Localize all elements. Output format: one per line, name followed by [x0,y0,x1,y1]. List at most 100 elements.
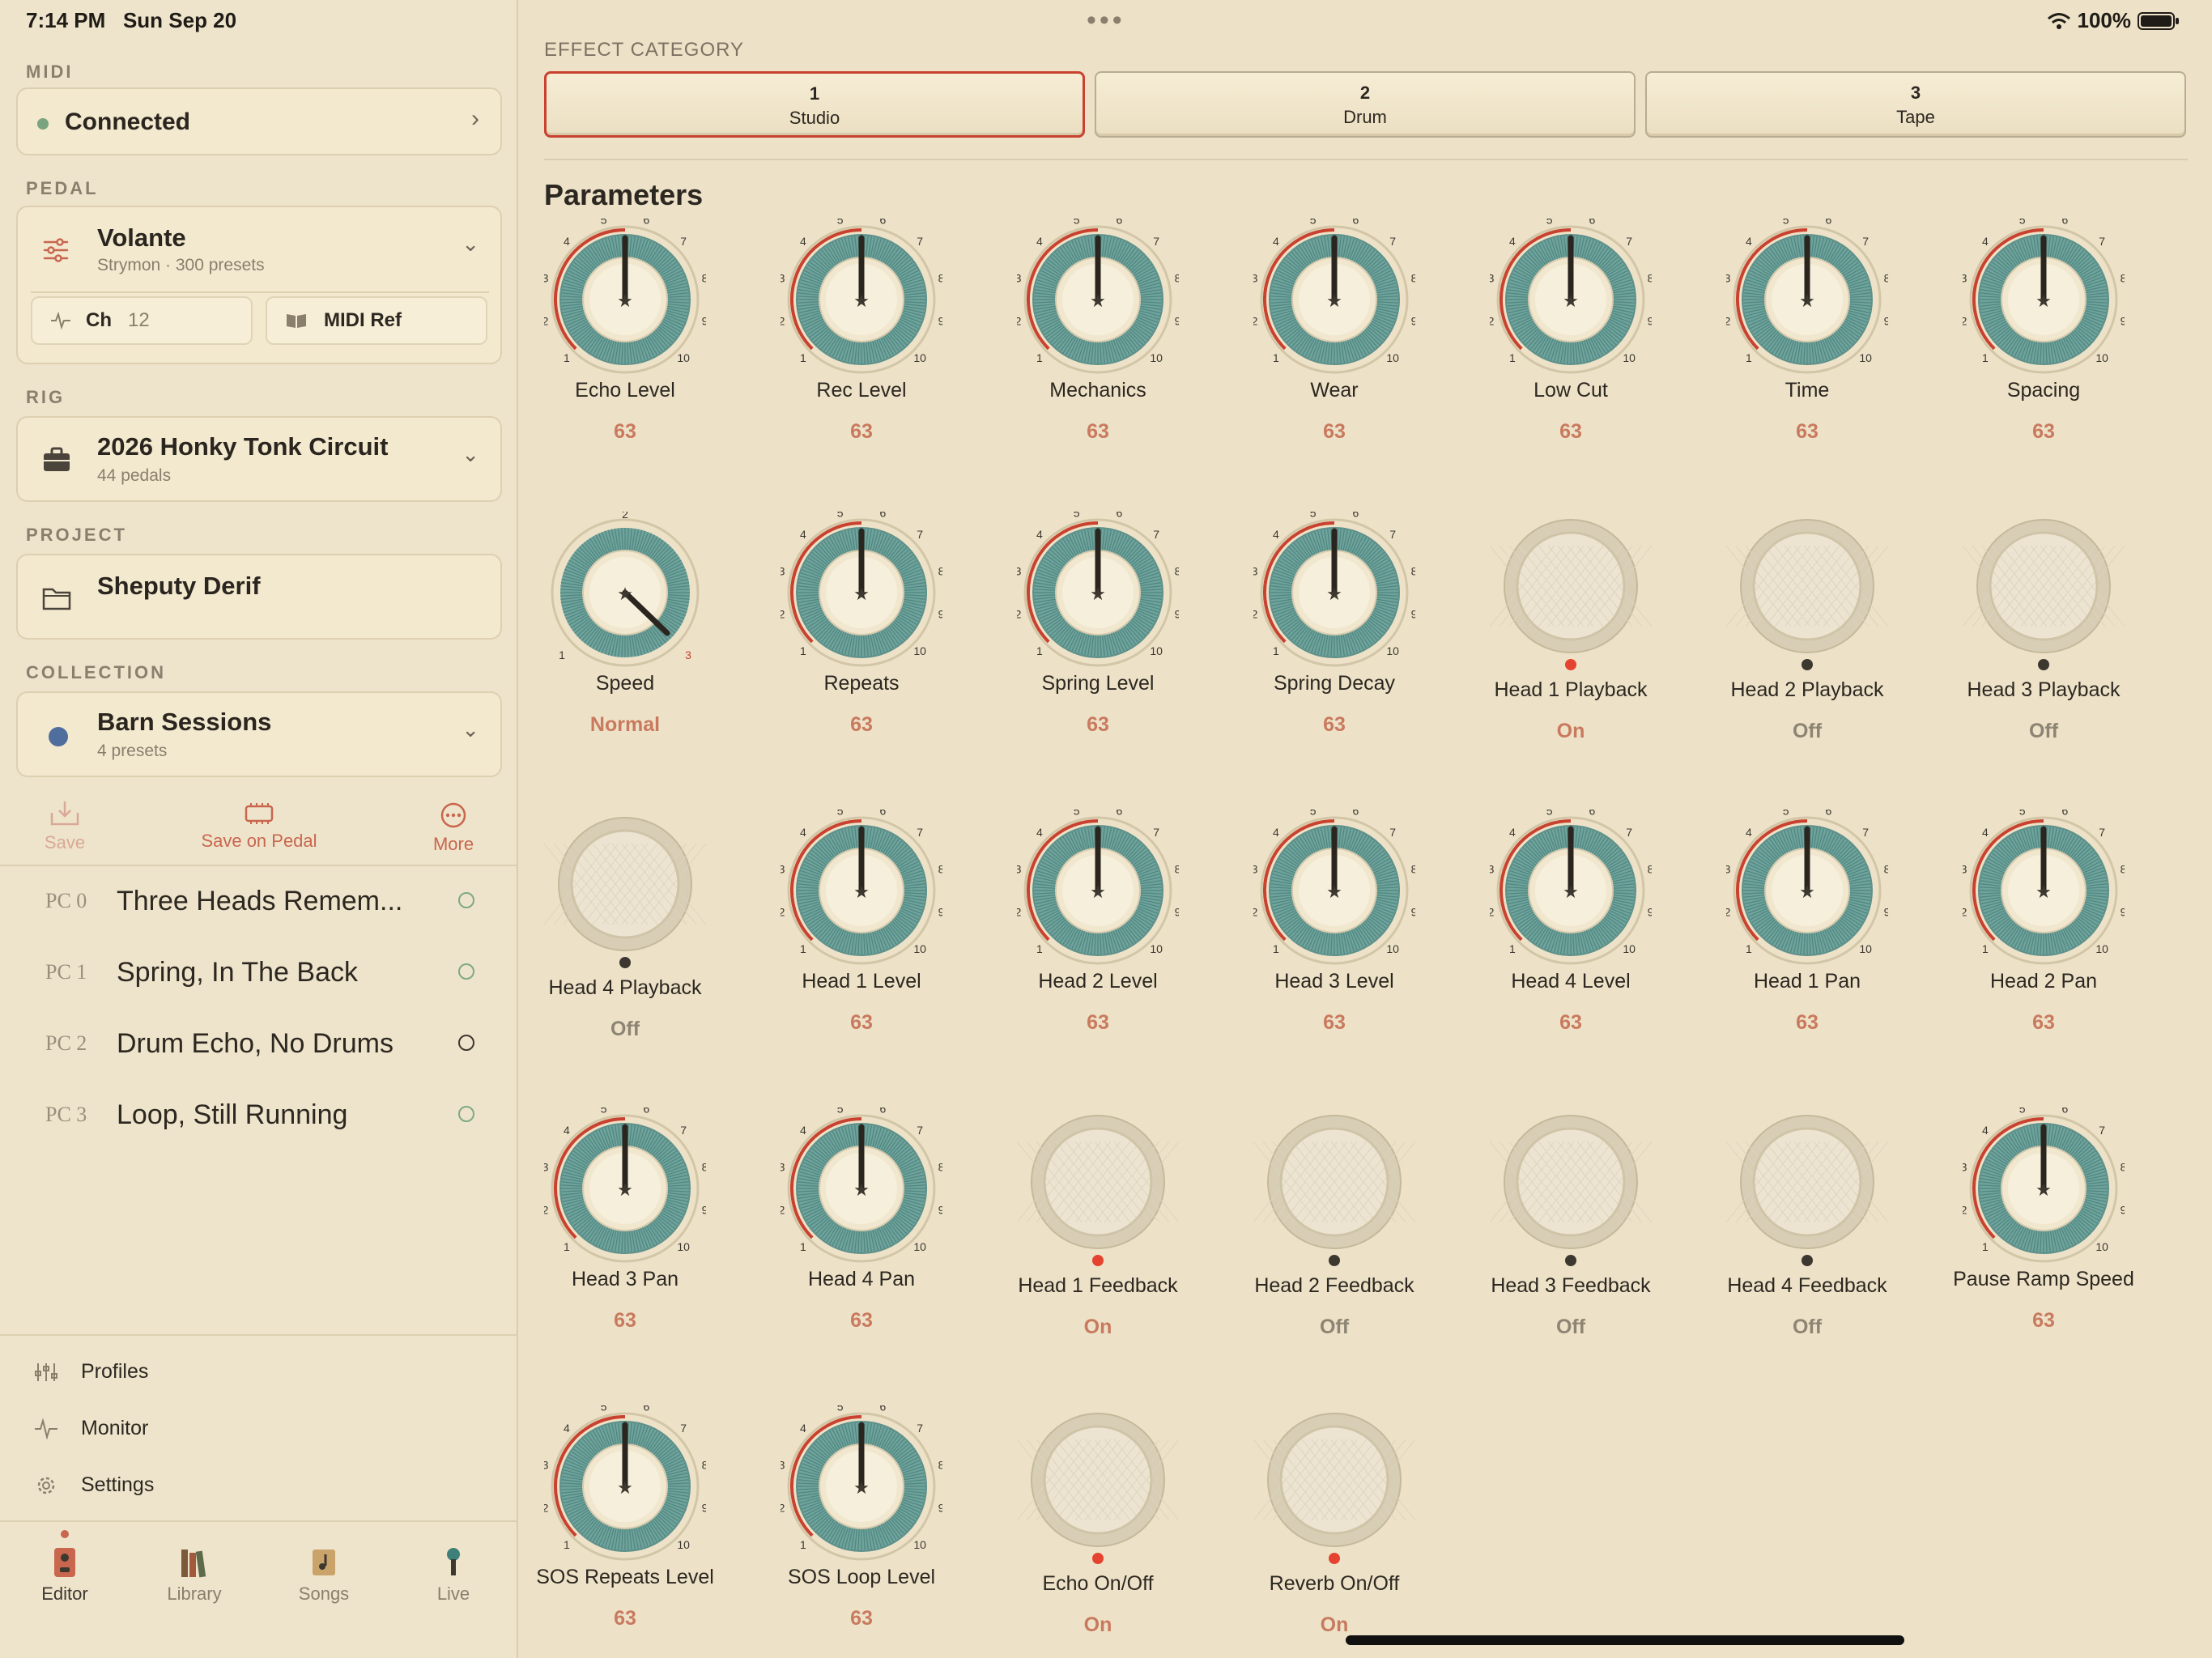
param-spacing[interactable]: 1 2 3 4 5 6 7 8 9 10 ★ Spacing 63 [1930,219,2157,444]
param-value: 63 [850,420,873,443]
channel-button[interactable]: Ch 12 [31,296,253,345]
footswitch-button[interactable] [1726,512,1888,674]
param-head-4-feedback[interactable]: Head 4 Feedback Off [1694,1107,1921,1339]
param-rec-level[interactable]: 1 2 3 4 5 6 7 8 9 10 ★ Rec Level 63 [748,219,975,444]
midi-ref-button[interactable]: MIDI Ref [266,296,487,345]
multitask-dots-icon[interactable]: ••• [1087,5,1125,36]
speed-selector-knob[interactable]: 1 2 3 ★ [544,512,706,674]
param-head-2-feedback[interactable]: Head 2 Feedback Off [1221,1107,1448,1339]
head-1-level-knob[interactable]: 1 2 3 4 5 6 7 8 9 10 ★ [781,810,942,971]
knob-scale-tick: 3 [1726,272,1731,285]
midi-status-card[interactable]: Connected › [16,87,502,155]
spacing-knob[interactable]: 1 2 3 4 5 6 7 8 9 10 ★ [1963,219,2125,380]
profiles-button[interactable]: Profiles [0,1344,518,1401]
footswitch-button[interactable] [1490,512,1652,674]
spring-decay-knob[interactable]: 1 2 3 4 5 6 7 8 9 10 ★ [1253,512,1415,674]
mechanics-knob[interactable]: 1 2 3 4 5 6 7 8 9 10 ★ [1017,219,1179,380]
save-button[interactable]: Save [32,800,97,853]
head-2-level-knob[interactable]: 1 2 3 4 5 6 7 8 9 10 ★ [1017,810,1179,971]
param-time[interactable]: 1 2 3 4 5 6 7 8 9 10 ★ Time 63 [1694,219,1921,444]
spring-level-knob[interactable]: 1 2 3 4 5 6 7 8 9 10 ★ [1017,512,1179,674]
param-head-2-level[interactable]: 1 2 3 4 5 6 7 8 9 10 ★ Head 2 Level 63 [985,810,1211,1035]
param-head-4-level[interactable]: 1 2 3 4 5 6 7 8 9 10 ★ Head 4 Level 63 [1457,810,1684,1035]
tab-songs[interactable]: Songs [259,1546,389,1605]
param-spring-level[interactable]: 1 2 3 4 5 6 7 8 9 10 ★ Spring Level 63 [985,512,1211,737]
footswitch-button[interactable] [1726,1107,1888,1269]
knob-scale-tick: 5 [1783,810,1789,817]
head-1-pan-knob[interactable]: 1 2 3 4 5 6 7 8 9 10 ★ [1726,810,1888,971]
tab-library[interactable]: Library [130,1546,259,1605]
wear-knob[interactable]: 1 2 3 4 5 6 7 8 9 10 ★ [1253,219,1415,380]
param-low-cut[interactable]: 1 2 3 4 5 6 7 8 9 10 ★ Low Cut 63 [1457,219,1684,444]
param-pause-ramp-speed[interactable]: 1 2 3 4 5 6 7 8 9 10 ★ Pause Ramp Speed 63 [1930,1107,2157,1333]
knob-scale-tick: 10 [677,1538,690,1551]
param-head-3-playback[interactable]: Head 3 Playback Off [1930,512,2157,743]
footswitch-button[interactable] [1253,1405,1415,1567]
param-echo-level[interactable]: 1 2 3 4 5 6 7 8 9 10 ★ Echo Level 63 [512,219,738,444]
svg-text:★: ★ [617,1180,633,1201]
footswitch-button[interactable] [544,810,706,971]
param-head-2-pan[interactable]: 1 2 3 4 5 6 7 8 9 10 ★ Head 2 Pan 63 [1930,810,2157,1035]
head-4-pan-knob[interactable]: 1 2 3 4 5 6 7 8 9 10 ★ [781,1107,942,1269]
time-knob[interactable]: 1 2 3 4 5 6 7 8 9 10 ★ [1726,219,1888,380]
settings-button[interactable]: Settings [0,1457,518,1514]
save-on-pedal-button[interactable]: Save on Pedal [178,801,340,852]
head-4-level-knob[interactable]: 1 2 3 4 5 6 7 8 9 10 ★ [1490,810,1652,971]
project-card[interactable]: Sheputy Derif [16,554,502,640]
repeats-knob[interactable]: 1 2 3 4 5 6 7 8 9 10 ★ [781,512,942,674]
footswitch-button[interactable] [1253,1107,1415,1269]
param-sos-loop-level[interactable]: 1 2 3 4 5 6 7 8 9 10 ★ SOS Loop Level 63 [748,1405,975,1630]
category-studio-button[interactable]: 1 Studio [544,71,1085,138]
head-2-pan-knob[interactable]: 1 2 3 4 5 6 7 8 9 10 ★ [1963,810,2125,971]
param-head-4-pan[interactable]: 1 2 3 4 5 6 7 8 9 10 ★ Head 4 Pan 63 [748,1107,975,1333]
footswitch-button[interactable] [1017,1405,1179,1567]
preset-row[interactable]: PC 1 Spring, In The Back [0,937,518,1009]
knob-scale-tick: 7 [1862,826,1869,839]
echo-level-knob[interactable]: 1 2 3 4 5 6 7 8 9 10 ★ [544,219,706,380]
preset-row[interactable]: PC 2 Drum Echo, No Drums [0,1009,518,1080]
rec-level-knob[interactable]: 1 2 3 4 5 6 7 8 9 10 ★ [781,219,942,380]
param-head-3-level[interactable]: 1 2 3 4 5 6 7 8 9 10 ★ Head 3 Level 63 [1221,810,1448,1035]
knob-scale-tick: 10 [1386,644,1399,657]
param-head-2-playback[interactable]: Head 2 Playback Off [1694,512,1921,743]
preset-row[interactable]: PC 0 Three Heads Remem... [0,866,518,937]
param-head-3-feedback[interactable]: Head 3 Feedback Off [1457,1107,1684,1339]
category-tape-button[interactable]: 3 Tape [1645,71,2186,138]
home-indicator[interactable] [1346,1635,1904,1645]
param-head-1-feedback[interactable]: Head 1 Feedback On [985,1107,1211,1339]
monitor-button[interactable]: Monitor [0,1401,518,1457]
low-cut-knob[interactable]: 1 2 3 4 5 6 7 8 9 10 ★ [1490,219,1652,380]
param-sos-repeats-level[interactable]: 1 2 3 4 5 6 7 8 9 10 ★ SOS Repeats Level 63 [512,1405,738,1630]
sos-loop-level-knob[interactable]: 1 2 3 4 5 6 7 8 9 10 ★ [781,1405,942,1567]
param-head-3-pan[interactable]: 1 2 3 4 5 6 7 8 9 10 ★ Head 3 Pan 63 [512,1107,738,1333]
head-3-level-knob[interactable]: 1 2 3 4 5 6 7 8 9 10 ★ [1253,810,1415,971]
collection-card[interactable]: Barn Sessions 4 presets ⌄ [16,691,502,777]
param-wear[interactable]: 1 2 3 4 5 6 7 8 9 10 ★ Wear 63 [1221,219,1448,444]
preset-row[interactable]: PC 3 Loop, Still Running [0,1080,518,1151]
param-head-1-pan[interactable]: 1 2 3 4 5 6 7 8 9 10 ★ Head 1 Pan 63 [1694,810,1921,1035]
param-value: 63 [850,1607,873,1630]
param-echo-on-off[interactable]: Echo On/Off On [985,1405,1211,1637]
more-button[interactable]: More [421,801,486,855]
param-head-1-playback[interactable]: Head 1 Playback On [1457,512,1684,743]
rig-card[interactable]: 2026 Honky Tonk Circuit 44 pedals ⌄ [16,416,502,502]
category-drum-button[interactable]: 2 Drum [1095,71,1636,138]
knob-scale-tick: 5 [837,810,844,817]
param-reverb-on-off[interactable]: Reverb On/Off On [1221,1405,1448,1637]
param-repeats[interactable]: 1 2 3 4 5 6 7 8 9 10 ★ Repeats 63 [748,512,975,737]
sos-repeats-level-knob[interactable]: 1 2 3 4 5 6 7 8 9 10 ★ [544,1405,706,1567]
head-3-pan-knob[interactable]: 1 2 3 4 5 6 7 8 9 10 ★ [544,1107,706,1269]
param-mechanics[interactable]: 1 2 3 4 5 6 7 8 9 10 ★ Mechanics 63 [985,219,1211,444]
footswitch-button[interactable] [1963,512,2125,674]
footswitch-button[interactable] [1017,1107,1179,1269]
param-speed[interactable]: 1 2 3 ★ Speed Normal [512,512,738,737]
param-spring-decay[interactable]: 1 2 3 4 5 6 7 8 9 10 ★ Spring Decay 63 [1221,512,1448,737]
tab-editor[interactable]: Editor [0,1530,130,1605]
param-head-1-level[interactable]: 1 2 3 4 5 6 7 8 9 10 ★ Head 1 Level 63 [748,810,975,1035]
tab-live[interactable]: Live [389,1546,518,1605]
pedal-card[interactable]: Volante Strymon · 300 presets ⌄ Ch 12 MI… [16,206,502,364]
footswitch-button[interactable] [1490,1107,1652,1269]
pause-ramp-speed-knob[interactable]: 1 2 3 4 5 6 7 8 9 10 ★ [1963,1107,2125,1269]
param-label: Echo On/Off [1042,1572,1154,1595]
param-head-4-playback[interactable]: Head 4 Playback Off [512,810,738,1041]
